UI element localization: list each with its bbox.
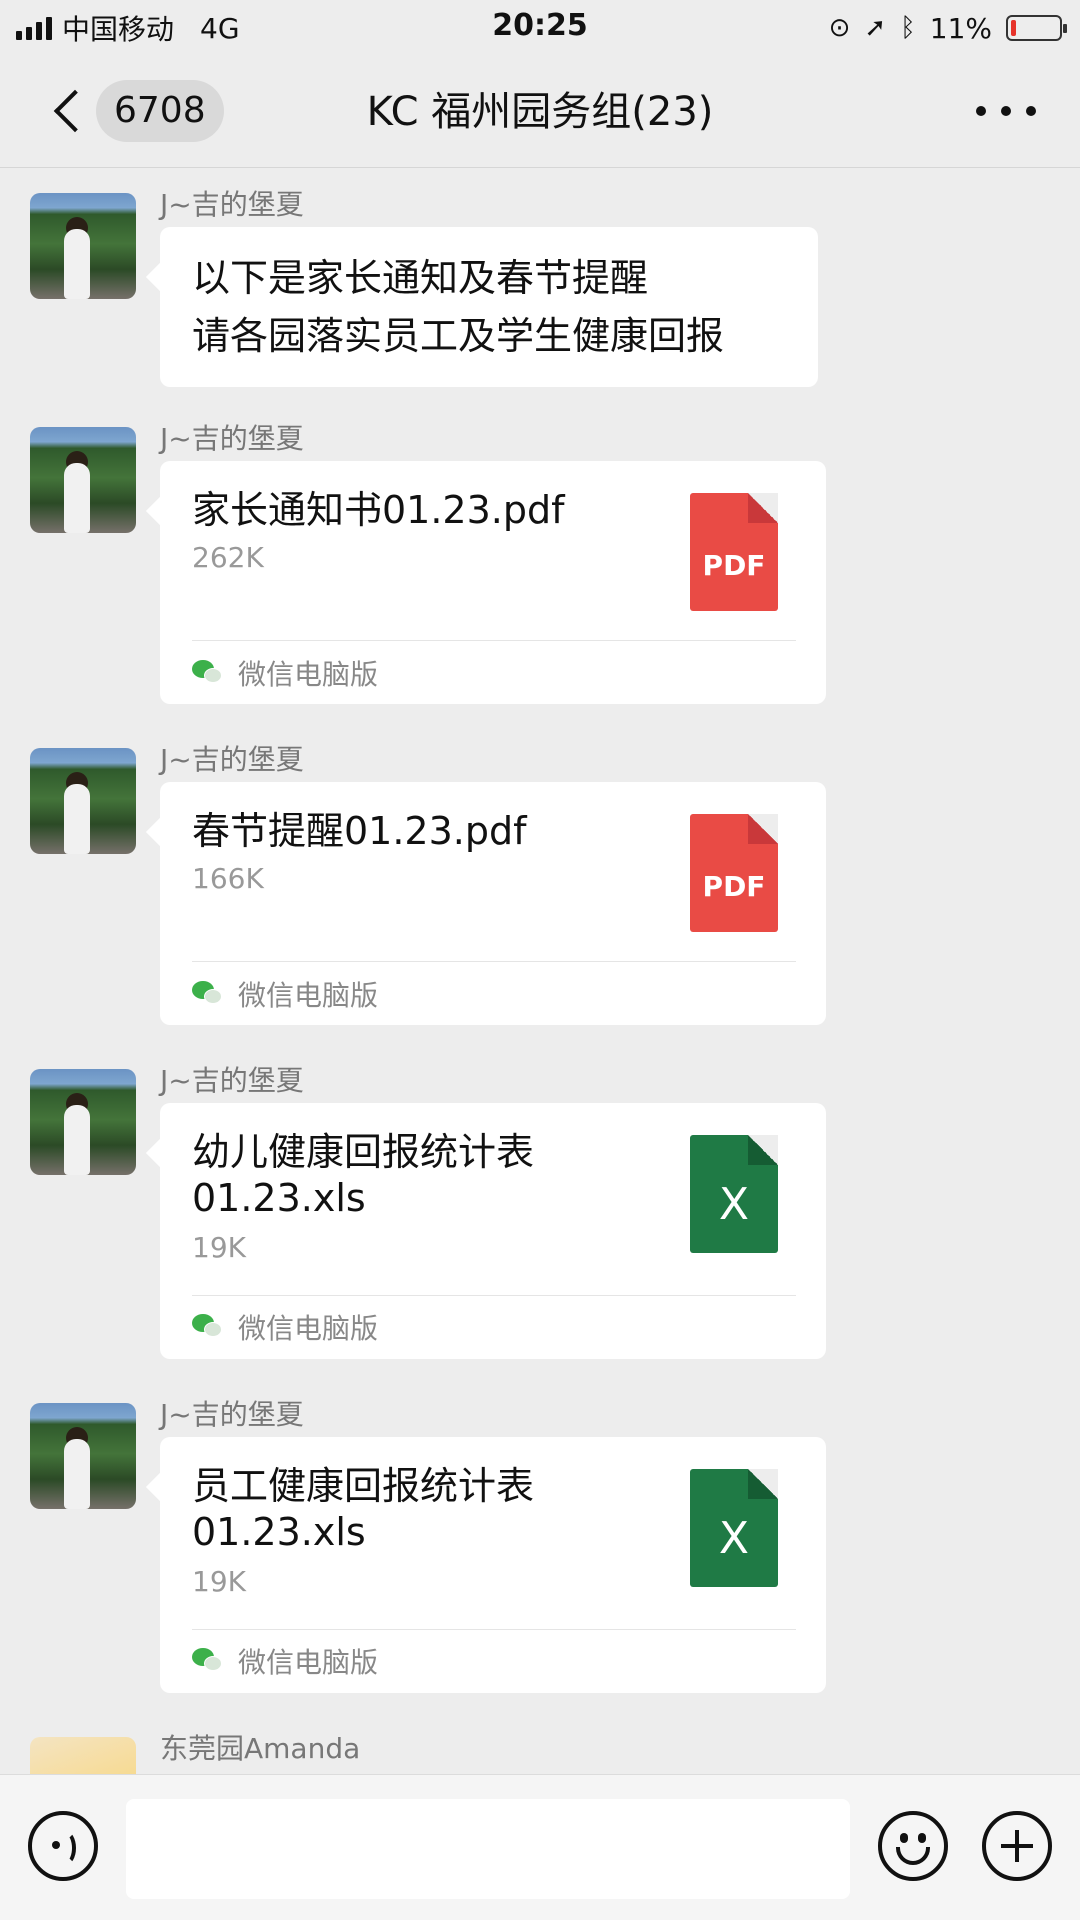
sender-name: J~吉的堡夏 xyxy=(160,422,304,455)
message-line: 以下是家长通知及春节提醒 xyxy=(192,256,649,300)
plus-icon[interactable] xyxy=(982,1811,1052,1881)
message-item: 东莞园Amanda xyxy=(0,1713,1080,1774)
emoji-icon[interactable] xyxy=(878,1811,948,1881)
sender-name: J~吉的堡夏 xyxy=(160,1064,304,1097)
file-icon-glyph: PDF xyxy=(702,870,766,903)
wechat-icon xyxy=(192,981,224,1007)
input-bar xyxy=(0,1774,1080,1920)
sender-name: J~吉的堡夏 xyxy=(160,743,304,776)
message-list[interactable]: J~吉的堡夏 以下是家长通知及春节提醒 请各园落实员工及学生健康回报 J~吉的堡… xyxy=(0,169,1080,1774)
nav-bar: 6708 KC 福州园务组(23) xyxy=(0,56,1080,168)
voice-icon[interactable] xyxy=(28,1811,98,1881)
message-line: 请各园落实员工及学生健康回报 xyxy=(192,314,725,358)
file-name: 家长通知书01.23.pdf xyxy=(192,488,565,532)
wechat-icon xyxy=(192,660,224,686)
card-source: 微信电脑版 xyxy=(192,976,378,1012)
text-message-bubble[interactable]: 以下是家长通知及春节提醒 请各园落实员工及学生健康回报 xyxy=(160,227,818,387)
file-size: 19K xyxy=(192,1565,246,1598)
file-icon-glyph: X xyxy=(718,1179,750,1230)
file-message-card[interactable]: 员工健康回报统计表01.23.xls 19K X 微信电脑版 xyxy=(160,1437,826,1693)
file-message-card[interactable]: 幼儿健康回报统计表01.23.xls 19K X 微信电脑版 xyxy=(160,1103,826,1359)
message-item: J~吉的堡夏 以下是家长通知及春节提醒 请各园落实员工及学生健康回报 xyxy=(0,169,1080,387)
wechat-icon xyxy=(192,1648,224,1674)
avatar[interactable] xyxy=(30,427,136,533)
wechat-group-chat-screen: 中国移动 4G 20:25 ⊙ ➚ ᛒ 11% 6708 KC 福州园务组(23… xyxy=(0,0,1080,1920)
file-size: 166K xyxy=(192,862,264,895)
card-divider xyxy=(192,1295,796,1296)
file-name: 员工健康回报统计表01.23.xls xyxy=(192,1464,535,1554)
message-item: J~吉的堡夏 春节提醒01.23.pdf 166K PDF 微信电脑版 xyxy=(0,724,1080,1034)
card-divider xyxy=(192,1629,796,1630)
excel-file-icon: X xyxy=(690,1135,778,1253)
file-message-card[interactable]: 春节提醒01.23.pdf 166K PDF 微信电脑版 xyxy=(160,782,826,1025)
status-right: ⊙ ➚ ᛒ 11% xyxy=(828,8,1067,48)
chevron-left-icon[interactable] xyxy=(44,86,90,138)
file-name: 幼儿健康回报统计表01.23.xls xyxy=(192,1130,535,1220)
bluetooth-icon: ᛒ xyxy=(900,13,916,43)
pdf-file-icon: PDF xyxy=(690,493,778,611)
status-bar: 中国移动 4G 20:25 ⊙ ➚ ᛒ 11% xyxy=(0,0,1080,56)
card-source: 微信电脑版 xyxy=(192,1643,378,1679)
file-size: 262K xyxy=(192,541,264,574)
sender-name: J~吉的堡夏 xyxy=(160,188,304,221)
location-icon: ➚ xyxy=(864,13,887,43)
card-divider xyxy=(192,640,796,641)
sender-name: 东莞园Amanda xyxy=(160,1732,361,1765)
message-item: J~吉的堡夏 幼儿健康回报统计表01.23.xls 19K X 微信电脑版 xyxy=(0,1045,1080,1385)
excel-file-icon: X xyxy=(690,1469,778,1587)
avatar[interactable] xyxy=(30,1403,136,1509)
wechat-icon xyxy=(192,1314,224,1340)
message-input[interactable] xyxy=(126,1799,850,1899)
chat-title: KC 福州园务组(23) xyxy=(366,89,714,135)
more-dots-icon[interactable] xyxy=(976,96,1036,126)
file-size: 19K xyxy=(192,1231,246,1264)
file-message-card[interactable]: 家长通知书01.23.pdf 262K PDF 微信电脑版 xyxy=(160,461,826,704)
message-item: J~吉的堡夏 家长通知书01.23.pdf 262K PDF 微信电脑版 xyxy=(0,403,1080,713)
sender-name: J~吉的堡夏 xyxy=(160,1398,304,1431)
avatar[interactable] xyxy=(30,748,136,854)
source-label: 微信电脑版 xyxy=(238,658,379,691)
source-label: 微信电脑版 xyxy=(238,979,379,1012)
message-item: J~吉的堡夏 员工健康回报统计表01.23.xls 19K X 微信电脑版 xyxy=(0,1379,1080,1719)
file-name: 春节提醒01.23.pdf xyxy=(192,809,527,853)
avatar[interactable] xyxy=(30,1737,136,1774)
orientation-lock-icon: ⊙ xyxy=(828,13,851,43)
source-label: 微信电脑版 xyxy=(238,1646,379,1679)
file-icon-glyph: X xyxy=(718,1513,750,1564)
file-icon-glyph: PDF xyxy=(702,549,766,582)
battery-icon xyxy=(1006,15,1067,41)
source-label: 微信电脑版 xyxy=(238,1312,379,1345)
card-divider xyxy=(192,961,796,962)
pdf-file-icon: PDF xyxy=(690,814,778,932)
card-source: 微信电脑版 xyxy=(192,655,378,691)
battery-percent: 11% xyxy=(929,11,992,45)
avatar[interactable] xyxy=(30,1069,136,1175)
avatar[interactable] xyxy=(30,193,136,299)
battery-level xyxy=(1011,20,1016,36)
card-source: 微信电脑版 xyxy=(192,1309,378,1345)
